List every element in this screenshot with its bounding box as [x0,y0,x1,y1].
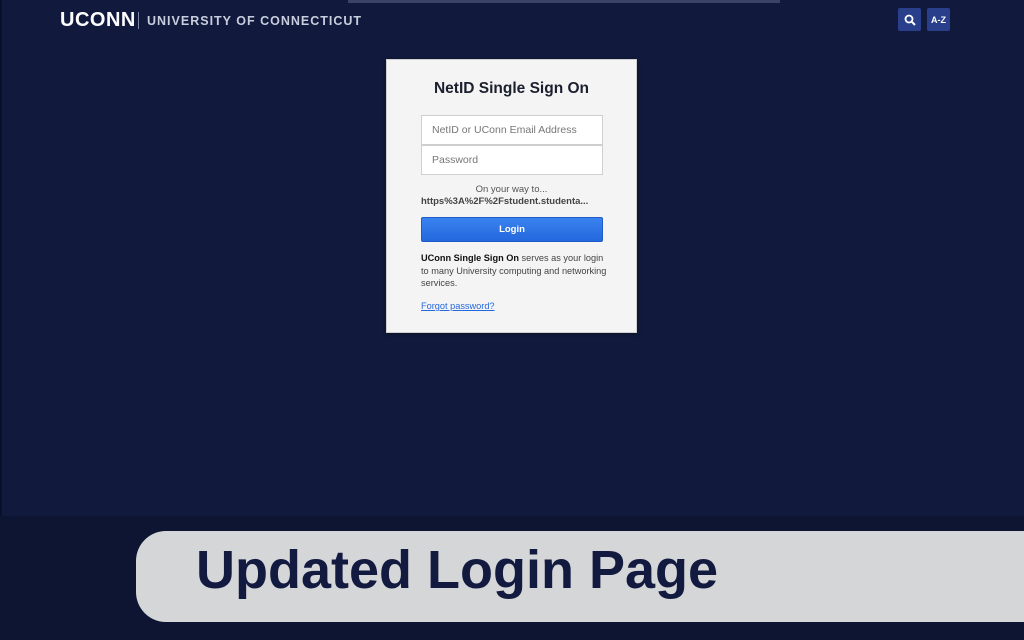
destination-url: https%3A%2F%2Fstudent.studenta... [421,196,589,207]
login-title: NetID Single Sign On [433,80,589,97]
netid-input[interactable] [421,115,603,145]
search-button[interactable] [898,8,921,31]
sso-name: UConn Single Sign On [421,253,519,263]
university-name[interactable]: UNIVERSITY OF CONNECTICUT [147,14,362,28]
search-icon [904,14,916,26]
a-z-index-button[interactable]: A-Z [927,8,950,31]
banner-title: Updated Login Page [196,540,719,600]
caption-banner: Updated Login Page [136,531,1024,622]
uconn-logo[interactable]: UCONN [60,9,136,32]
page-background: UCONN UNIVERSITY OF CONNECTICUT A-Z NetI… [0,0,1024,640]
forgot-password-link[interactable]: Forgot password? [421,301,495,311]
login-card: NetID Single Sign On On your way to... h… [386,59,637,333]
password-input[interactable] [421,145,603,175]
logo-divider [138,12,139,29]
on-your-way-text: On your way to... [475,184,548,195]
site-header: UCONN UNIVERSITY OF CONNECTICUT A-Z [0,0,1024,40]
login-button[interactable]: Login [421,217,603,242]
sso-description: UConn Single Sign On serves as your logi… [421,252,607,290]
